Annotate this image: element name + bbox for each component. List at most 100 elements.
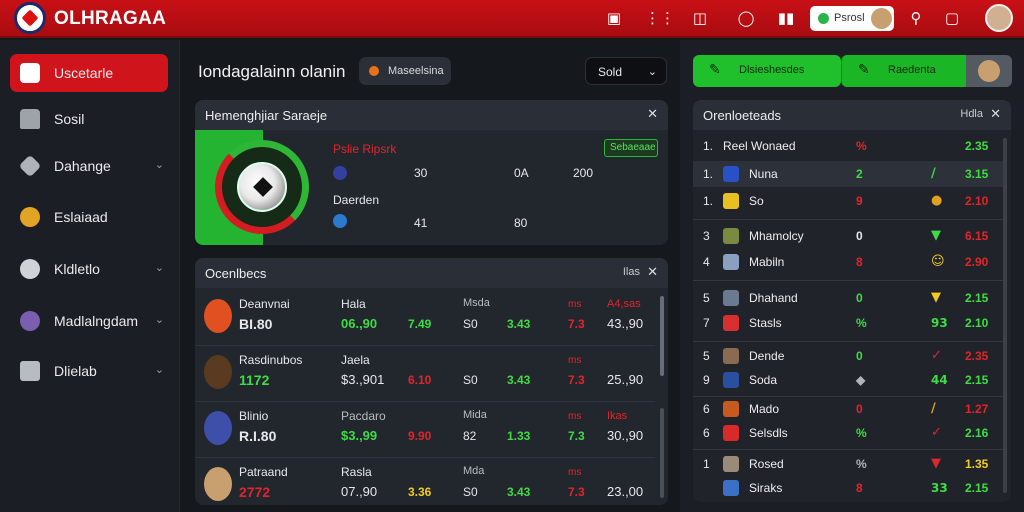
match-status-tag: Sebaeaae bbox=[604, 139, 658, 157]
stat-1: ◆ bbox=[856, 373, 866, 387]
team1-name: Pslie Ripsrk bbox=[333, 142, 397, 156]
rank: 5 bbox=[703, 349, 710, 363]
players-card-header: Ocenlbecs Ilas ✕ bbox=[195, 258, 668, 288]
player-col-header: Mida bbox=[463, 409, 487, 421]
table-row[interactable]: Blinio R.I.80 Pacdaro $3.,99 9.90 Mida 8… bbox=[195, 402, 655, 458]
player-value-4: 3.43 bbox=[507, 317, 531, 331]
chevron-down-icon: ⌄ bbox=[154, 261, 164, 274]
close-icon[interactable]: ✕ bbox=[990, 107, 1001, 122]
list-item[interactable]: 5 Dende 0 ✓ 2.35 bbox=[693, 343, 1005, 369]
player-name: Deanvnai bbox=[239, 297, 290, 311]
scrollbar[interactable] bbox=[660, 296, 664, 376]
list-item[interactable]: 1 Rosed % ▼ 1.35 bbox=[693, 451, 1005, 477]
table-row[interactable]: Rasdinubos 1172 Jaela $3.,901 6.10 S0 3.… bbox=[195, 346, 655, 402]
sort-label: Sold bbox=[598, 65, 623, 79]
list-item[interactable]: 4 Mabiln 8 ☺ 2.90 bbox=[693, 249, 1005, 275]
list-item[interactable]: 7 Stasls % 93 2.10 bbox=[693, 310, 1005, 336]
live-filter-button[interactable]: Maseelsina bbox=[359, 57, 451, 85]
list-item[interactable]: 6 Selsdls % ✓ 2.16 bbox=[693, 420, 1005, 446]
team-name: Mabiln bbox=[749, 255, 785, 269]
sidebar-item-label: Uscetarle bbox=[54, 65, 114, 81]
stat-3: 2.15 bbox=[965, 373, 989, 387]
list-item[interactable]: 9 Soda ◆ 44 2.15 bbox=[693, 367, 1005, 393]
player-value-1: 07.,90 bbox=[341, 484, 378, 499]
leaderboard-title: Orenloeteads bbox=[703, 108, 782, 123]
shield-icon[interactable]: ◫ bbox=[690, 8, 710, 28]
app-logo[interactable] bbox=[14, 2, 46, 34]
team-name: Reel Wonaed bbox=[723, 139, 796, 153]
player-value-6: 25.,90 bbox=[607, 372, 644, 387]
team-name: So bbox=[749, 194, 764, 208]
player-name: Blinio bbox=[239, 409, 269, 423]
player-col-header: Mda bbox=[463, 465, 485, 477]
team-crest-icon bbox=[723, 401, 739, 417]
sidebar-item-dlielab[interactable]: Dlielab ⌄ bbox=[10, 352, 168, 390]
trophy-icon bbox=[20, 207, 40, 227]
player-value-2: 6.10 bbox=[408, 373, 432, 387]
sidebar-item-uscetarle[interactable]: Uscetarle bbox=[10, 54, 168, 92]
chevron-down-icon: ⌄ bbox=[154, 158, 164, 171]
primary-action-button[interactable]: ✎ Dlsieshesdes bbox=[693, 55, 841, 87]
table-row[interactable]: Deanvnai BI.80 Hala 06.,90 7.49 Msda S0 … bbox=[195, 290, 655, 346]
list-item[interactable]: 3 Mhamolcy 0 ▼ 6.15 bbox=[693, 223, 1005, 249]
team-crest-icon bbox=[723, 456, 739, 472]
grid-icon[interactable]: ⋮⋮ bbox=[645, 8, 675, 28]
stat-1: 8 bbox=[856, 255, 863, 269]
rank: 1 bbox=[703, 457, 710, 471]
list-item[interactable]: 1. Nuna 2 ∕ 3.15 bbox=[693, 161, 1005, 187]
leaderboard-filter[interactable]: Hdla bbox=[960, 108, 983, 120]
list-item[interactable]: 6 Mado 0 ∕ 1.27 bbox=[693, 396, 1005, 422]
leaderboard-card: Orenloeteads Hdla ✕ 1. Reel Wonaed % 2.3… bbox=[693, 100, 1011, 502]
player-col-header: Msda bbox=[463, 297, 490, 309]
team-crest-icon bbox=[723, 254, 739, 270]
screen-icon[interactable]: ▢ bbox=[942, 8, 962, 28]
table-row[interactable]: Patraand 2772 Rasla 07.,90 3.36 Mda S0 3… bbox=[195, 458, 655, 505]
list-item[interactable]: 5 Dhahand 0 ▼ 2.15 bbox=[693, 285, 1005, 311]
list-item[interactable]: 1. Reel Wonaed % 2.35 bbox=[693, 133, 1005, 159]
team-name: Dende bbox=[749, 349, 785, 363]
house-icon bbox=[20, 109, 40, 129]
player-col-header-5: ms bbox=[568, 467, 582, 478]
close-icon[interactable]: ✕ bbox=[647, 265, 658, 280]
list-item[interactable]: 1. So 9 ● 2.10 bbox=[693, 188, 1005, 214]
stat-3: 2.10 bbox=[965, 316, 989, 330]
close-icon[interactable]: ✕ bbox=[647, 107, 658, 122]
team-name: Mado bbox=[749, 402, 780, 416]
sidebar-item-label: Dlielab bbox=[54, 363, 97, 379]
secondary-action-button[interactable]: ✎ Raedenta bbox=[841, 55, 1012, 87]
list-item[interactable]: Siraks 8 33 2.15 bbox=[693, 475, 1005, 501]
sidebar-item-madlalngdam[interactable]: Madlalngdam ⌄ bbox=[10, 302, 168, 340]
sidebar-item-eslaiaad[interactable]: Eslaiaad bbox=[10, 198, 168, 236]
stat-3: 2.15 bbox=[965, 481, 989, 495]
secondary-action-label: Raedenta bbox=[888, 64, 936, 76]
profile-avatar[interactable] bbox=[985, 4, 1013, 32]
player-value-5: 7.3 bbox=[568, 373, 585, 387]
stat-2: ✓ bbox=[931, 425, 942, 440]
team2-value-1: 41 bbox=[414, 216, 428, 230]
player-col-header-5: ms bbox=[568, 299, 582, 310]
bookmark-icon[interactable]: ▮▮ bbox=[776, 8, 796, 28]
scrollbar[interactable] bbox=[1003, 138, 1007, 493]
user-status-pill[interactable]: Psrosl bbox=[810, 6, 894, 31]
tag-icon bbox=[18, 154, 42, 178]
players-card-filter[interactable]: Ilas bbox=[623, 266, 640, 278]
pencil-icon: ✎ bbox=[858, 62, 870, 78]
home-icon bbox=[20, 63, 40, 83]
pencil-icon: ✎ bbox=[709, 62, 721, 78]
team1-value-3: 200 bbox=[573, 166, 594, 180]
shop-icon[interactable]: ▣ bbox=[604, 8, 624, 28]
divider bbox=[693, 449, 1005, 450]
online-status-icon bbox=[818, 13, 829, 24]
player-value-3: S0 bbox=[463, 485, 478, 499]
sidebar-item-kldletlo[interactable]: Kldletlo ⌄ bbox=[10, 250, 168, 288]
search-icon[interactable]: ⚲ bbox=[906, 8, 926, 28]
team-crest-icon bbox=[723, 348, 739, 364]
divider bbox=[693, 219, 1005, 220]
sidebar-item-sosil[interactable]: Sosil bbox=[10, 100, 168, 138]
team2-value-2: 80 bbox=[514, 216, 528, 230]
sort-dropdown[interactable]: Sold ⌄ bbox=[585, 57, 667, 85]
player-sub: 2772 bbox=[239, 484, 271, 500]
sidebar-item-dahange[interactable]: Dahange ⌄ bbox=[10, 147, 168, 185]
clock-icon[interactable]: ◯ bbox=[736, 8, 756, 28]
scrollbar-track[interactable] bbox=[660, 408, 664, 498]
